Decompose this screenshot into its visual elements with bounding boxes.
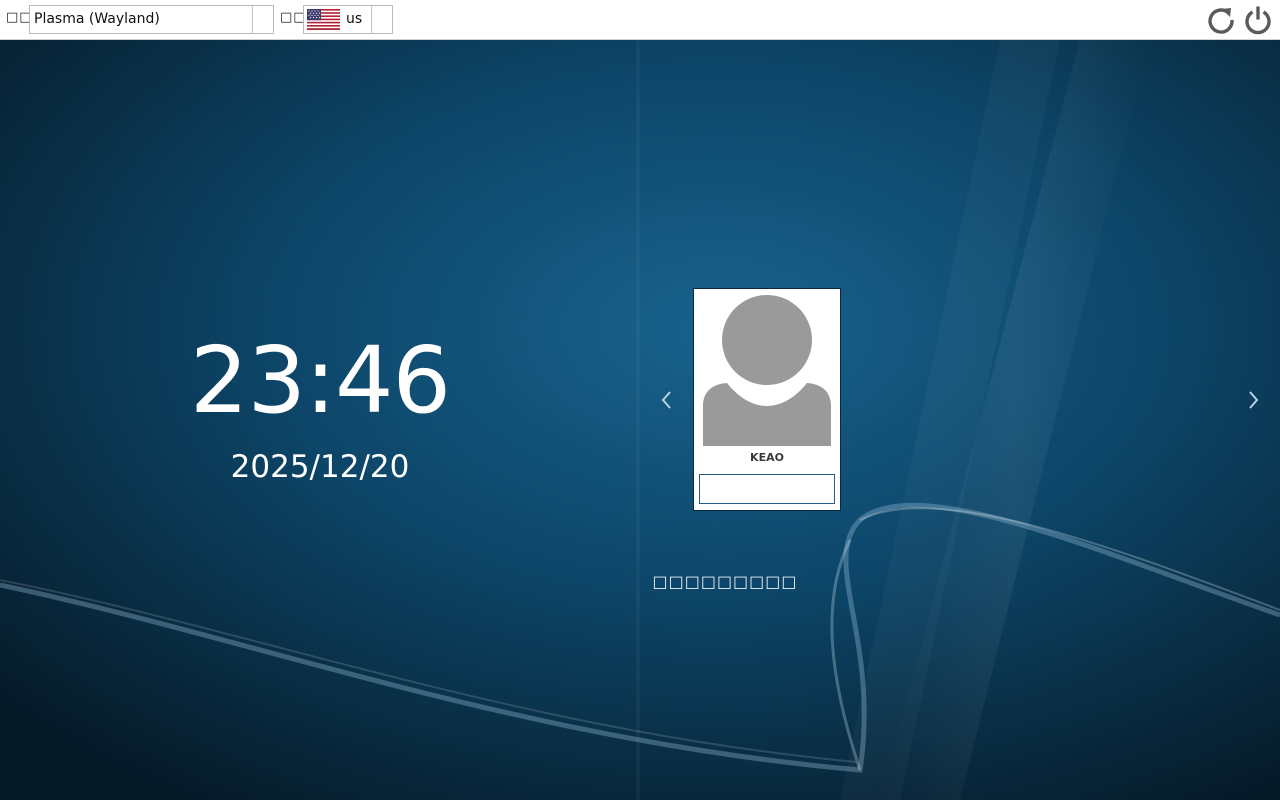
chevron-right-icon[interactable] — [1246, 388, 1262, 412]
power-icon[interactable] — [1242, 4, 1274, 36]
username-label: KEAO — [750, 451, 784, 464]
session-value: Plasma (Wayland) — [34, 11, 160, 27]
top-bar: □□ Plasma (Wayland) □□ us — [0, 0, 1280, 40]
password-input[interactable] — [699, 474, 835, 504]
status-message: □□□□□□□□□ — [652, 572, 798, 591]
reboot-icon[interactable] — [1205, 4, 1237, 36]
login-screen: □□ Plasma (Wayland) □□ us 23:46 2025/12/… — [0, 0, 1280, 800]
us-flag-icon — [307, 9, 340, 30]
session-dropdown-button[interactable] — [252, 6, 273, 33]
keyboard-layout-value: us — [346, 11, 363, 27]
clock-date: 2025/12/20 — [230, 449, 410, 485]
user-card[interactable]: KEAO — [693, 288, 841, 511]
clock-time: 23:46 — [189, 327, 451, 434]
chevron-left-icon[interactable] — [658, 388, 674, 412]
keyboard-layout-select[interactable]: us — [303, 5, 393, 34]
session-select[interactable]: Plasma (Wayland) — [29, 5, 274, 34]
user-avatar-icon — [703, 294, 831, 446]
keyboard-layout-dropdown-button[interactable] — [371, 6, 392, 33]
